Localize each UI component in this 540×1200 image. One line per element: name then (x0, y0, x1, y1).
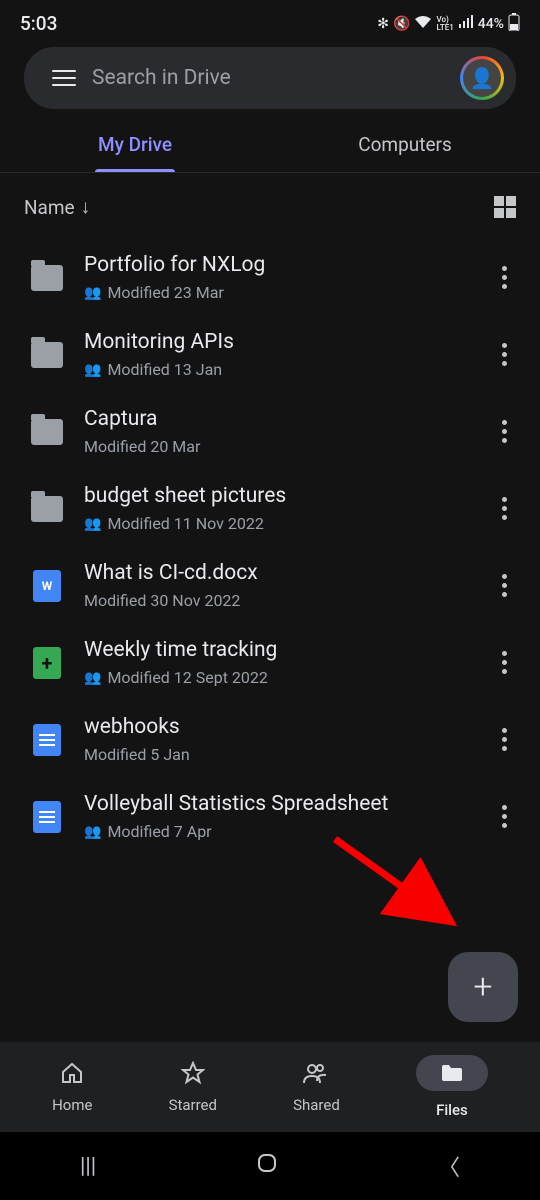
shared-icon: 👥 (84, 670, 101, 686)
file-row[interactable]: W What is CI-cd.docx Modified 30 Nov 2022 (0, 547, 540, 624)
word-icon: W (33, 570, 61, 602)
signal-icon (458, 15, 474, 33)
folder-icon (416, 1055, 488, 1091)
file-title: Volleyball Statistics Spreadsheet (84, 792, 466, 816)
more-options-button[interactable] (486, 728, 522, 751)
file-row[interactable]: Portfolio for NXLog 👥Modified 23 Mar (0, 239, 540, 316)
system-nav: ||| 〈 (0, 1132, 540, 1200)
more-options-button[interactable] (486, 420, 522, 443)
shared-icon: 👥 (84, 516, 101, 532)
nav-shared[interactable]: Shared (293, 1060, 340, 1114)
fab-new-button[interactable]: + (448, 952, 518, 1022)
search-input[interactable]: Search in Drive (92, 66, 460, 90)
star-icon (180, 1060, 206, 1086)
file-meta: 👥Modified 23 Mar (84, 283, 466, 302)
tabs-bar: My Drive Computers (0, 117, 540, 173)
file-list: Portfolio for NXLog 👥Modified 23 Mar Monit… (0, 233, 540, 861)
wifi-icon (414, 15, 432, 33)
sheets-icon (33, 647, 61, 679)
arrow-down-icon: ↓ (81, 195, 91, 219)
recents-button[interactable]: ||| (80, 1154, 96, 1179)
file-meta: Modified 20 Mar (84, 437, 466, 456)
shared-icon: 👥 (84, 285, 101, 301)
file-title: Monitoring APIs (84, 330, 466, 354)
docs-icon (33, 801, 61, 833)
more-options-button[interactable] (486, 343, 522, 366)
shared-icon: 👥 (84, 824, 101, 840)
bottom-nav: Home Starred Shared Files (0, 1042, 540, 1132)
file-row[interactable]: Volleyball Statistics Spreadsheet 👥Modifi… (0, 778, 540, 855)
status-time: 5:03 (20, 12, 57, 35)
menu-icon[interactable] (52, 70, 76, 86)
battery-percent: 44% (478, 16, 504, 32)
tab-computers[interactable]: Computers (270, 117, 540, 172)
file-row[interactable]: Weekly time tracking 👥Modified 12 Sept 20… (0, 624, 540, 701)
more-options-button[interactable] (486, 266, 522, 289)
lte-label: Vo)LTE1 (436, 16, 453, 32)
tab-my-drive[interactable]: My Drive (0, 117, 270, 172)
file-row[interactable]: Monitoring APIs 👥Modified 13 Jan (0, 316, 540, 393)
file-meta: 👥Modified 11 Nov 2022 (84, 514, 466, 533)
file-title: webhooks (84, 715, 466, 739)
file-title: What is CI-cd.docx (84, 561, 466, 585)
profile-avatar[interactable]: 👤 (460, 56, 504, 100)
folder-icon (31, 342, 63, 368)
file-title: budget sheet pictures (84, 484, 466, 508)
nav-files[interactable]: Files (416, 1055, 488, 1119)
file-row[interactable]: Captura Modified 20 Mar (0, 393, 540, 470)
file-title: Captura (84, 407, 466, 431)
folder-icon (31, 265, 63, 291)
status-icons: ✻ 🔇 Vo)LTE1 44% (377, 13, 520, 35)
file-row[interactable]: budget sheet pictures 👥Modified 11 Nov 20… (0, 470, 540, 547)
sort-button[interactable]: Name ↓ (24, 195, 90, 219)
folder-icon (31, 496, 63, 522)
bluetooth-icon: ✻ (377, 16, 389, 32)
search-bar[interactable]: Search in Drive 👤 (24, 47, 516, 109)
shared-icon: 👥 (84, 362, 101, 378)
view-toggle-button[interactable] (494, 196, 516, 218)
more-options-button[interactable] (486, 651, 522, 674)
file-meta: Modified 5 Jan (84, 745, 466, 764)
folder-icon (31, 419, 63, 445)
more-options-button[interactable] (486, 805, 522, 828)
file-meta: 👥Modified 7 Apr (84, 822, 466, 841)
docs-icon (33, 724, 61, 756)
file-row[interactable]: webhooks Modified 5 Jan (0, 701, 540, 778)
nav-home[interactable]: Home (52, 1060, 92, 1114)
people-icon (303, 1060, 329, 1086)
file-meta: 👥Modified 12 Sept 2022 (84, 668, 466, 687)
file-meta: Modified 30 Nov 2022 (84, 591, 466, 610)
more-options-button[interactable] (486, 574, 522, 597)
home-button[interactable] (256, 1152, 278, 1180)
battery-icon (508, 13, 520, 35)
file-title: Portfolio for NXLog (84, 253, 466, 277)
file-meta: 👥Modified 13 Jan (84, 360, 466, 379)
nav-starred[interactable]: Starred (169, 1060, 217, 1114)
back-button[interactable]: 〈 (438, 1150, 460, 1182)
home-icon (59, 1060, 85, 1086)
mute-icon: 🔇 (393, 16, 410, 32)
plus-icon: + (473, 967, 492, 1007)
status-bar: 5:03 ✻ 🔇 Vo)LTE1 44% (0, 0, 540, 39)
file-title: Weekly time tracking (84, 638, 466, 662)
more-options-button[interactable] (486, 497, 522, 520)
